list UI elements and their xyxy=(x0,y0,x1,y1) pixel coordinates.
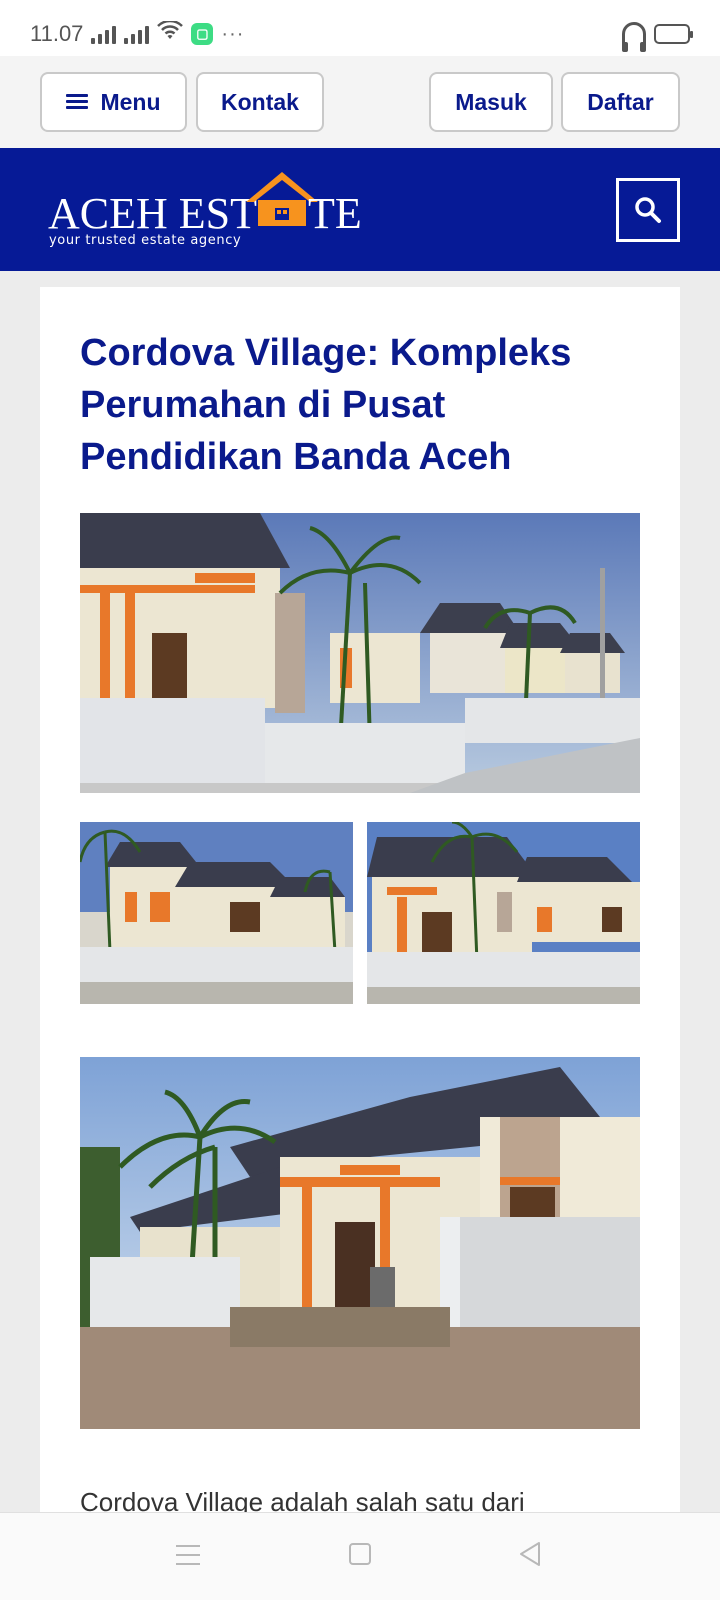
status-left: 11.07 ▢ ··· xyxy=(30,19,245,47)
contact-button[interactable]: Kontak xyxy=(196,72,324,132)
more-icon: ··· xyxy=(221,22,245,45)
clock: 11.07 xyxy=(30,21,84,46)
menu-button[interactable]: Menu xyxy=(40,72,187,132)
menu-label: Menu xyxy=(100,88,161,115)
house-photo-large[interactable] xyxy=(80,1057,640,1429)
site-logo[interactable]: ACEH EST TE your trusted estate agency xyxy=(48,168,378,248)
article-title: Cordova Village: Kompleks Perumahan di P… xyxy=(80,332,572,478)
thumbnail-house-photo-1[interactable] xyxy=(80,822,353,1004)
main-house-photo[interactable] xyxy=(80,513,640,793)
status-right xyxy=(622,22,693,52)
thumbnail-house-photo-2[interactable] xyxy=(367,822,640,1004)
system-nav-bar xyxy=(0,1512,720,1600)
logo-tagline: your trusted estate agency xyxy=(49,233,241,248)
headset-icon xyxy=(622,22,646,52)
back-icon[interactable] xyxy=(518,1541,542,1567)
chat-notification-icon: ▢ xyxy=(191,23,214,45)
hamburger-icon xyxy=(66,94,89,110)
battery-icon xyxy=(654,24,693,44)
wifi-icon xyxy=(157,19,184,47)
signal-icon xyxy=(91,24,117,44)
login-button[interactable]: Masuk xyxy=(429,72,553,132)
logo-text-right: TE xyxy=(308,189,362,238)
logo-text-left: ACEH EST xyxy=(48,189,257,238)
site-header: ACEH EST TE your trusted estate agency xyxy=(0,148,720,271)
search-icon xyxy=(635,197,661,223)
contact-label: Kontak xyxy=(221,88,299,115)
signal-icon xyxy=(124,24,150,44)
register-button[interactable]: Daftar xyxy=(561,72,680,132)
menu-icon[interactable] xyxy=(176,1545,200,1565)
status-bar: 11.07 ▢ ··· xyxy=(0,0,720,56)
home-icon[interactable] xyxy=(349,1543,371,1565)
top-nav: Menu Kontak Masuk Daftar xyxy=(0,56,720,148)
article-card: Cordova Village: Kompleks Perumahan di P… xyxy=(40,287,680,1517)
login-label: Masuk xyxy=(455,88,527,115)
register-label: Daftar xyxy=(587,88,654,115)
search-button[interactable] xyxy=(616,178,680,242)
